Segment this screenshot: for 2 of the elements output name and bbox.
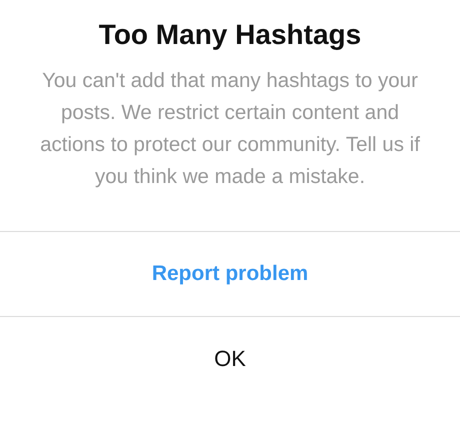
dialog-message: You can't add that many hashtags to your posts. We restrict certain content and actions to protect our community. Tell us if you think we made a mistake. <box>39 68 421 190</box>
dialog-title: Too Many Hashtags <box>98 18 362 52</box>
